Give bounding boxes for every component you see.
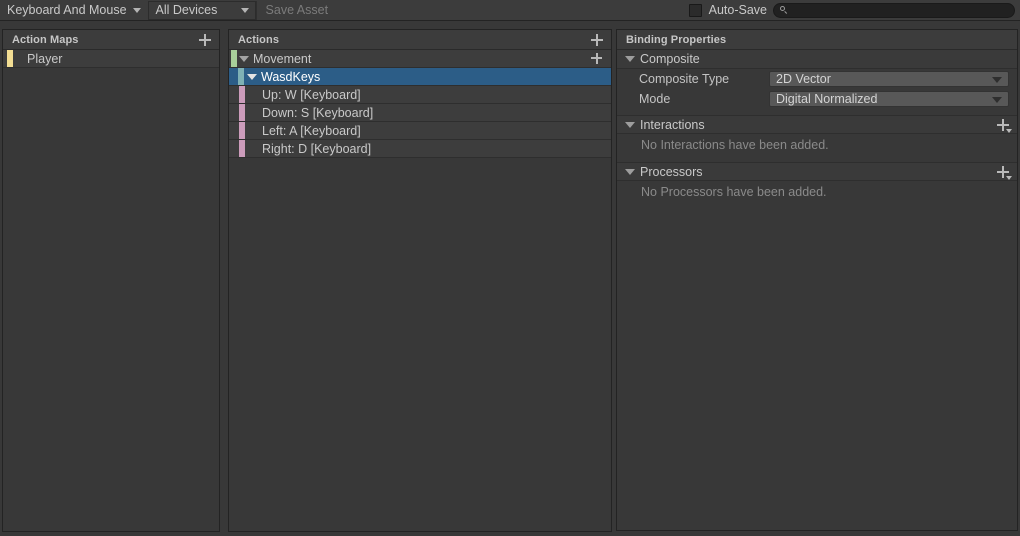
composite-mode-row: Mode Digital Normalized <box>617 89 1017 109</box>
control-scheme-dropdown[interactable]: Keyboard And Mouse <box>0 1 147 20</box>
plus-icon-horizontal <box>199 38 211 41</box>
save-asset-button[interactable]: Save Asset <box>255 0 338 20</box>
composite-mode-value: Digital Normalized <box>776 92 878 106</box>
composite-foldout-label: Composite <box>640 52 700 66</box>
composite-type-dropdown[interactable]: 2D Vector <box>769 71 1009 87</box>
binding-properties-panel: Binding Properties Composite Composite T… <box>616 29 1018 531</box>
add-interaction-button[interactable] <box>995 117 1012 133</box>
autosave-checkbox[interactable] <box>688 3 702 17</box>
interactions-foldout[interactable]: Interactions <box>617 115 1017 134</box>
plus-icon-horizontal <box>591 56 602 59</box>
add-action-button[interactable] <box>589 32 605 48</box>
action-color-strip <box>231 50 237 67</box>
device-filter-dropdown[interactable]: All Devices <box>147 0 256 20</box>
interactions-empty-message: No Interactions have been added. <box>641 138 829 152</box>
actions-header: Actions <box>229 30 611 50</box>
composite-type-label: Composite Type <box>639 72 730 86</box>
add-action-map-button[interactable] <box>197 32 213 48</box>
binding-properties-header: Binding Properties <box>617 30 1017 50</box>
action-map-row-player[interactable]: Player <box>3 50 219 68</box>
composite-label: WasdKeys <box>261 69 321 84</box>
action-maps-title: Action Maps <box>12 33 79 46</box>
composite-mode-dropdown[interactable]: Digital Normalized <box>769 91 1009 107</box>
binding-row-left[interactable]: Left: A [Keyboard] <box>229 122 611 140</box>
autosave-label: Auto-Save <box>708 3 767 17</box>
chevron-down-icon <box>132 7 141 13</box>
chevron-down-icon <box>992 77 1002 83</box>
action-label: Movement <box>253 51 312 66</box>
actions-title: Actions <box>238 33 280 46</box>
add-processor-button[interactable] <box>995 164 1012 180</box>
action-maps-panel: Action Maps Player <box>2 29 220 532</box>
search-input[interactable] <box>773 2 1015 18</box>
search-icon <box>780 5 789 15</box>
expand-triangle-icon[interactable] <box>625 168 635 175</box>
action-maps-list: Player <box>3 50 219 531</box>
processors-foldout-label: Processors <box>640 164 703 179</box>
chevron-down-icon <box>1006 128 1012 133</box>
action-map-color-strip <box>7 50 13 67</box>
binding-row-right[interactable]: Right: D [Keyboard] <box>229 140 611 158</box>
expand-triangle-icon[interactable] <box>239 55 249 62</box>
composite-mode-label: Mode <box>639 92 671 106</box>
composite-type-row: Composite Type 2D Vector <box>617 69 1017 89</box>
expand-triangle-icon[interactable] <box>625 56 635 62</box>
binding-color-strip <box>239 86 245 103</box>
plus-icon-horizontal <box>997 123 1009 126</box>
binding-color-strip <box>239 122 245 139</box>
binding-label: Up: W [Keyboard] <box>262 87 361 102</box>
composite-row-wasdkeys[interactable]: WasdKeys <box>229 68 611 86</box>
binding-label: Right: D [Keyboard] <box>262 141 372 156</box>
binding-row-up[interactable]: Up: W [Keyboard] <box>229 86 611 104</box>
binding-label: Down: S [Keyboard] <box>262 105 374 120</box>
chevron-down-icon <box>240 7 249 13</box>
plus-icon-horizontal <box>591 38 603 41</box>
action-row-movement[interactable]: Movement <box>229 50 611 68</box>
device-filter-label: All Devices <box>155 3 218 17</box>
composite-color-strip <box>238 68 244 85</box>
binding-label: Left: A [Keyboard] <box>262 123 361 138</box>
autosave-group: Auto-Save <box>688 3 773 17</box>
editor-toolbar: Keyboard And Mouse All Devices Save Asse… <box>0 0 1020 21</box>
composite-type-value: 2D Vector <box>776 72 831 86</box>
input-actions-editor-window: Keyboard And Mouse All Devices Save Asse… <box>0 0 1020 536</box>
interactions-foldout-label: Interactions <box>640 117 705 132</box>
expand-triangle-icon[interactable] <box>625 121 635 128</box>
processors-empty-message: No Processors have been added. <box>641 185 827 199</box>
plus-icon-horizontal <box>997 170 1009 173</box>
control-scheme-label: Keyboard And Mouse <box>7 3 127 17</box>
binding-color-strip <box>239 104 245 121</box>
binding-row-down[interactable]: Down: S [Keyboard] <box>229 104 611 122</box>
add-binding-button[interactable] <box>589 51 605 67</box>
processors-foldout[interactable]: Processors <box>617 162 1017 181</box>
composite-foldout[interactable]: Composite <box>617 50 1017 69</box>
actions-panel: Actions Movement WasdKeys Up: W [Keyboar… <box>228 29 612 532</box>
action-maps-header: Action Maps <box>3 30 219 50</box>
chevron-down-icon <box>1006 175 1012 180</box>
binding-properties-title: Binding Properties <box>626 33 727 46</box>
expand-triangle-icon[interactable] <box>247 73 257 80</box>
binding-properties-body: Composite Composite Type 2D Vector Mode … <box>617 50 1017 530</box>
actions-tree: Movement WasdKeys Up: W [Keyboard] Down:… <box>229 50 611 531</box>
chevron-down-icon <box>992 97 1002 103</box>
binding-color-strip <box>239 140 245 157</box>
